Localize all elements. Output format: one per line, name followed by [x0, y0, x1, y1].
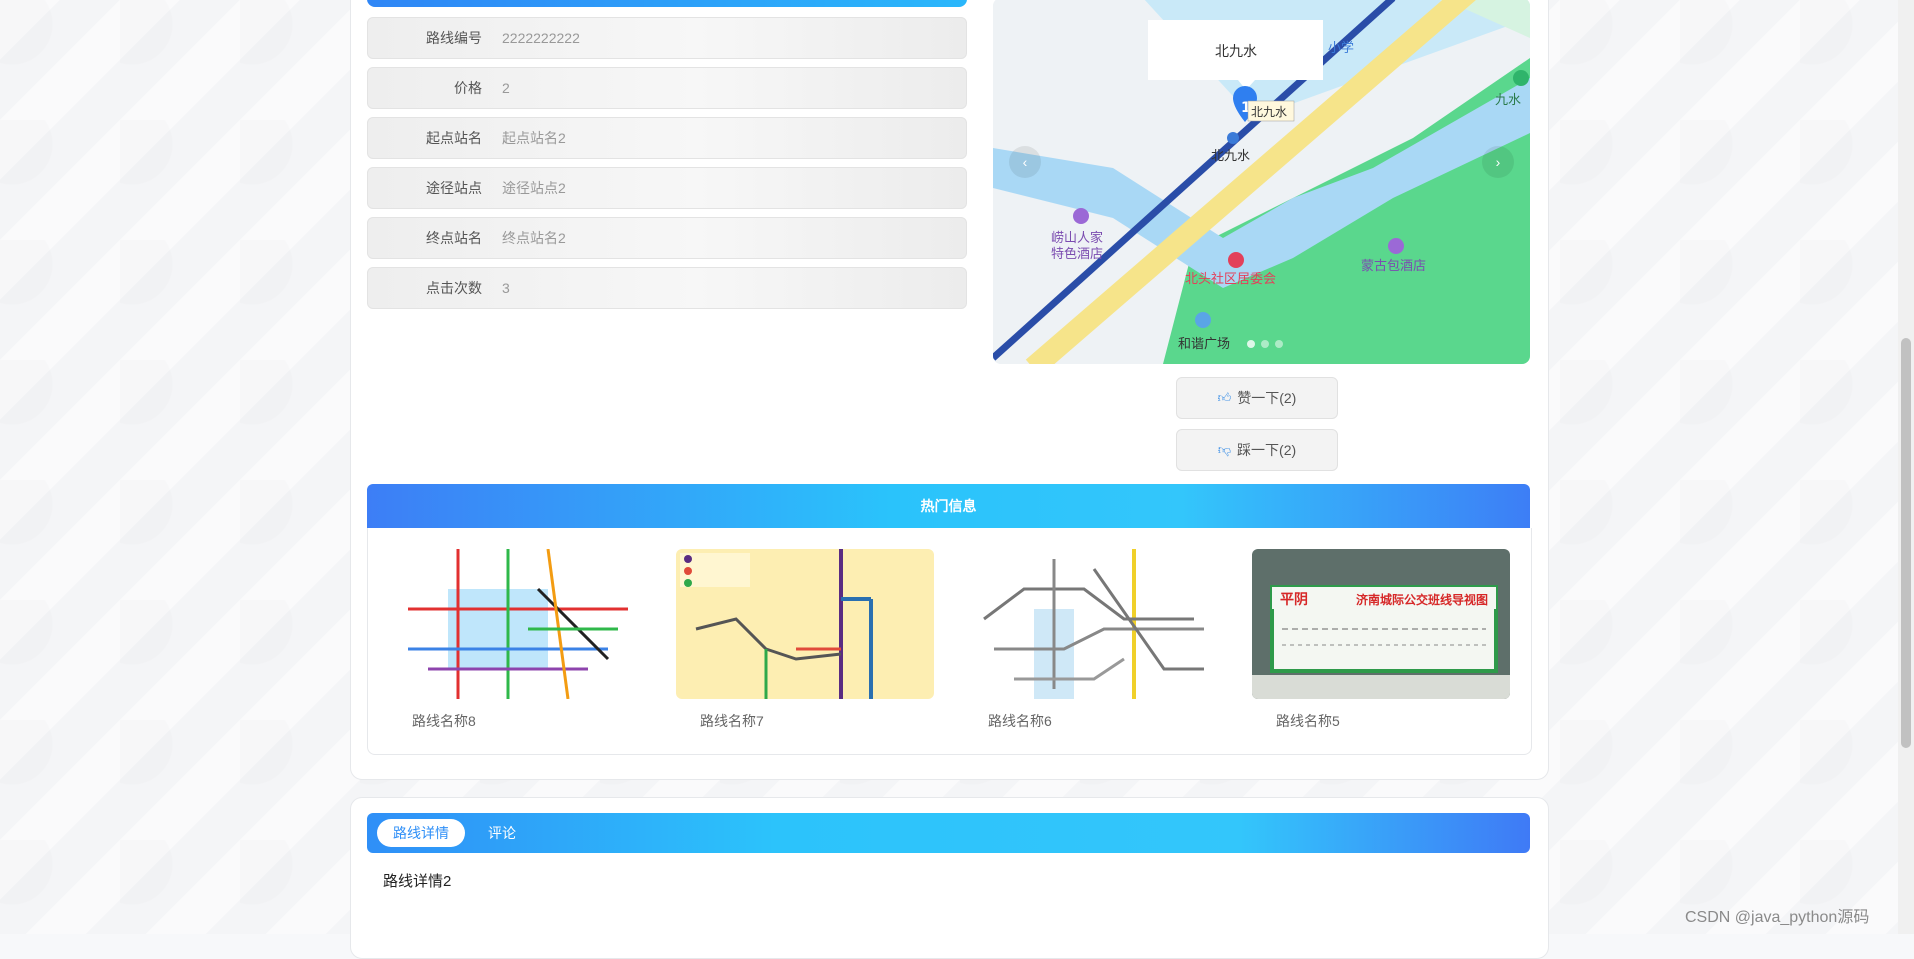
marker-tag: 北九水 [1251, 105, 1287, 119]
banner-title-a: 平阴 [1280, 592, 1308, 608]
tab-route-detail[interactable]: 路线详情 [377, 819, 465, 847]
detail-tabs: 路线详情 评论 [367, 813, 1530, 853]
hot-info-header: 热门信息 [367, 484, 1530, 528]
poi-hotel-a: 崂山人家 [1051, 230, 1103, 246]
field-route-number: 路线编号 2222222222 [367, 17, 967, 59]
hot-info-title: 热门信息 [920, 498, 977, 514]
route-detail-text: 路线详情2 [383, 873, 452, 890]
poi-plaza: 和谐广场 [1178, 337, 1230, 352]
hot-item[interactable]: 平阴 济南城际公交班线导视图 路线名称5 [1252, 549, 1510, 731]
field-label: 起点站名 [426, 130, 482, 146]
hot-item-image[interactable] [676, 549, 934, 699]
field-value: 3 [502, 280, 510, 296]
thumbs-down-icon: 👎︎ [1217, 442, 1232, 457]
field-label: 点击次数 [426, 280, 482, 296]
carousel-prev-button[interactable]: ‹ [1009, 146, 1041, 178]
hot-item-name[interactable]: 路线名称5 [1252, 711, 1510, 731]
poi-hotel-b: 蒙古包酒店 [1361, 259, 1426, 274]
hot-item[interactable]: 路线名称6 [964, 549, 1222, 731]
field-value: 途径站点2 [502, 180, 566, 196]
hot-item-name[interactable]: 路线名称8 [388, 711, 646, 731]
hot-item-name[interactable]: 路线名称7 [676, 711, 934, 731]
tab-comments[interactable]: 评论 [472, 819, 532, 847]
dislike-button[interactable]: 👎︎ 踩一下(2) [1176, 429, 1338, 471]
poi-hotel-a2: 特色酒店 [1051, 246, 1103, 262]
field-price: 价格 2 [367, 67, 967, 109]
map-carousel[interactable]: 北九水 小学 1 北九水 北九水 崂山人家 特色酒店 北头社区居委会 蒙古包酒店… [993, 0, 1530, 364]
field-end-station: 终点站名 终点站名2 [367, 217, 967, 259]
field-value: 终点站名2 [502, 230, 566, 246]
field-start-station: 起点站名 起点站名2 [367, 117, 967, 159]
banner-title-b: 济南城际公交班线导视图 [1356, 592, 1488, 607]
watermark: CSDN @java_python源码 [1685, 909, 1870, 926]
dislike-label: 踩一下(2) [1237, 442, 1297, 458]
hot-item-image[interactable] [964, 549, 1222, 699]
map-image: 北九水 小学 1 北九水 北九水 崂山人家 特色酒店 北头社区居委会 蒙古包酒店… [993, 0, 1530, 364]
marker-label: 北九水 [1211, 149, 1250, 164]
field-value: 2 [502, 80, 510, 96]
hot-item[interactable]: 路线名称7 [676, 549, 934, 731]
hot-item-name[interactable]: 路线名称6 [964, 711, 1222, 731]
field-value: 2222222222 [502, 30, 580, 46]
popup-title: 北九水 [1215, 44, 1257, 60]
thumbs-up-icon: 👍︎ [1217, 390, 1232, 405]
scrollbar-thumb[interactable] [1901, 338, 1911, 748]
hot-item-image[interactable]: 平阴 济南城际公交班线导视图 [1252, 549, 1510, 699]
field-via-stations: 途径站点 途径站点2 [367, 167, 967, 209]
info-header-bar [367, 0, 967, 7]
field-label: 终点站名 [426, 230, 482, 246]
like-label: 赞一下(2) [1237, 390, 1297, 406]
field-label: 路线编号 [426, 30, 482, 46]
field-click-count: 点击次数 3 [367, 267, 967, 309]
poi-jiushui: 九水 [1495, 93, 1521, 108]
carousel-next-button[interactable]: › [1482, 146, 1514, 178]
hot-item-image[interactable] [388, 549, 646, 699]
field-value: 起点站名2 [502, 130, 566, 146]
map-label-school: 小学 [1328, 40, 1354, 56]
like-button[interactable]: 👍︎ 赞一下(2) [1176, 377, 1338, 419]
poi-committee: 北头社区居委会 [1185, 271, 1276, 287]
field-label: 价格 [454, 80, 482, 96]
field-label: 途径站点 [426, 180, 482, 196]
hot-item[interactable]: 路线名称8 [388, 549, 646, 731]
